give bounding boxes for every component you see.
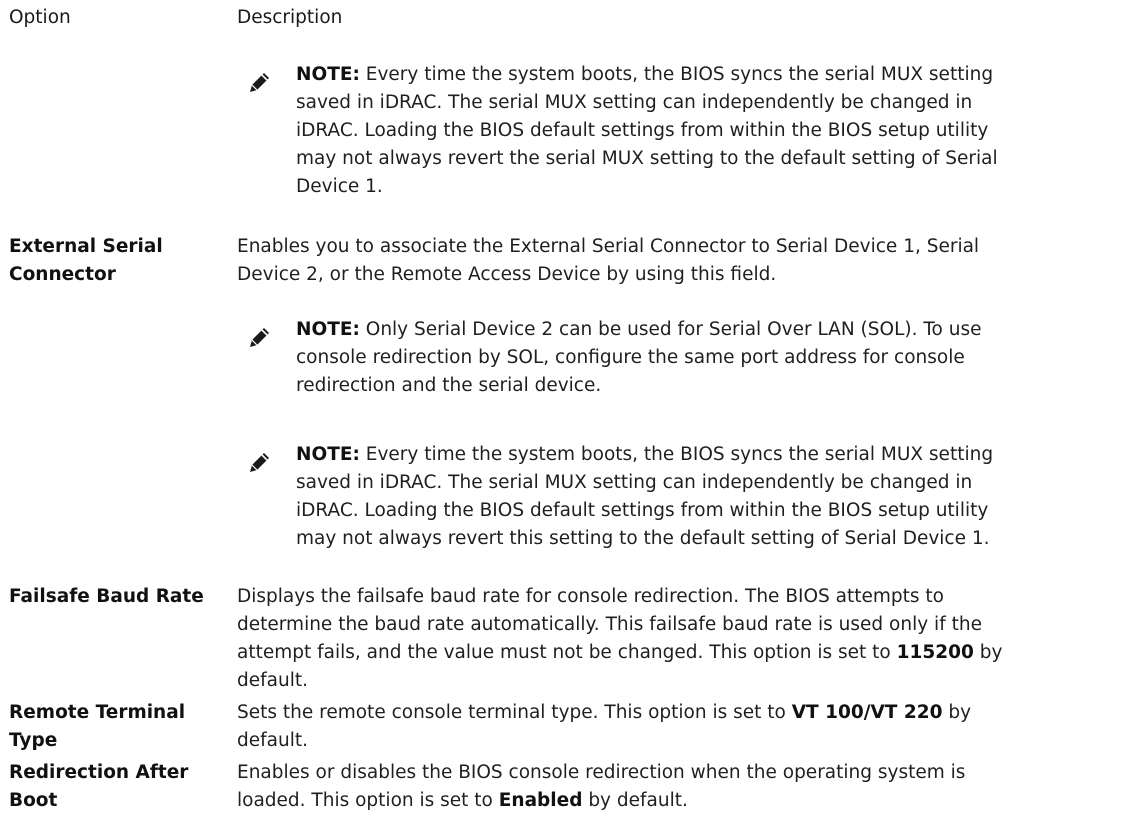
note-text-line: Device 1. xyxy=(296,176,383,197)
description-text: by xyxy=(942,702,972,723)
note-label: NOTE: xyxy=(296,319,360,340)
description-failsafe-baud-rate: Displays the failsafe baud rate for cons… xyxy=(237,583,1117,695)
note-text-line: redirection and the serial device. xyxy=(296,375,602,396)
note-serial-mux-1: NOTE: Every time the system boots, the B… xyxy=(296,61,1126,201)
note-text-line: Every time the system boots, the BIOS sy… xyxy=(359,444,994,465)
option-label-line: Redirection After xyxy=(9,762,189,783)
option-label-line: Failsafe Baud Rate xyxy=(9,586,204,607)
column-header-description: Description xyxy=(237,7,343,28)
description-text: by xyxy=(973,642,1003,663)
description-line: determine the baud rate automatically. T… xyxy=(237,614,982,635)
option-label-line: Type xyxy=(9,730,58,751)
description-line: Displays the failsafe baud rate for cons… xyxy=(237,586,944,607)
note-text-line: Every time the system boots, the BIOS sy… xyxy=(359,64,994,85)
description-line: Device 2, or the Remote Access Device by… xyxy=(237,264,777,285)
note-text-line: iDRAC. Loading the BIOS default settings… xyxy=(296,120,989,141)
description-line: default. xyxy=(237,670,308,691)
description-external-serial-connector: Enables you to associate the External Se… xyxy=(237,233,1117,289)
note-label: NOTE: xyxy=(296,64,360,85)
note-serial-mux-2: NOTE: Every time the system boots, the B… xyxy=(296,441,1126,553)
note-text-line: saved in iDRAC. The serial MUX setting c… xyxy=(296,472,973,493)
option-label-line: Remote Terminal xyxy=(9,702,186,723)
note-text-line: Only Serial Device 2 can be used for Ser… xyxy=(359,319,982,340)
option-remote-terminal-type: Remote Terminal Type xyxy=(9,699,209,755)
note-label: NOTE: xyxy=(296,444,360,465)
note-text-line: may not always revert this setting to th… xyxy=(296,528,990,549)
option-label-line: Connector xyxy=(9,264,116,285)
option-external-serial-connector: External Serial Connector xyxy=(9,233,209,289)
note-text-line: console redirection by SOL, configure th… xyxy=(296,347,965,368)
description-line: Enables or disables the BIOS console red… xyxy=(237,762,966,783)
description-text: loaded. This option is set to xyxy=(237,790,499,811)
description-line: default. xyxy=(237,730,308,751)
default-value-baud-rate: 115200 xyxy=(896,642,974,663)
description-redirection-after-boot: Enables or disables the BIOS console red… xyxy=(237,759,1117,815)
note-pencil-icon xyxy=(250,328,269,347)
note-text-line: may not always revert the serial MUX set… xyxy=(296,148,998,169)
note-text-line: iDRAC. Loading the BIOS default settings… xyxy=(296,500,989,521)
description-text: by default. xyxy=(582,790,688,811)
note-serial-over-lan: NOTE: Only Serial Device 2 can be used f… xyxy=(296,316,1126,400)
note-pencil-icon xyxy=(250,453,269,472)
note-text-line: saved in iDRAC. The serial MUX setting c… xyxy=(296,92,973,113)
description-line: Enables you to associate the External Se… xyxy=(237,236,980,257)
description-remote-terminal-type: Sets the remote console terminal type. T… xyxy=(237,699,1117,755)
option-label-line: External Serial xyxy=(9,236,163,257)
description-text: Sets the remote console terminal type. T… xyxy=(237,702,792,723)
option-label-line: Boot xyxy=(9,790,58,811)
option-failsafe-baud-rate: Failsafe Baud Rate xyxy=(9,583,209,611)
column-header-option: Option xyxy=(9,7,71,28)
note-pencil-icon xyxy=(250,73,269,92)
default-value-redirection: Enabled xyxy=(498,790,583,811)
description-line: attempt fails, and the value must not be… xyxy=(237,642,897,663)
default-value-terminal-type: VT 100/VT 220 xyxy=(791,702,943,723)
option-redirection-after-boot: Redirection After Boot xyxy=(9,759,209,815)
